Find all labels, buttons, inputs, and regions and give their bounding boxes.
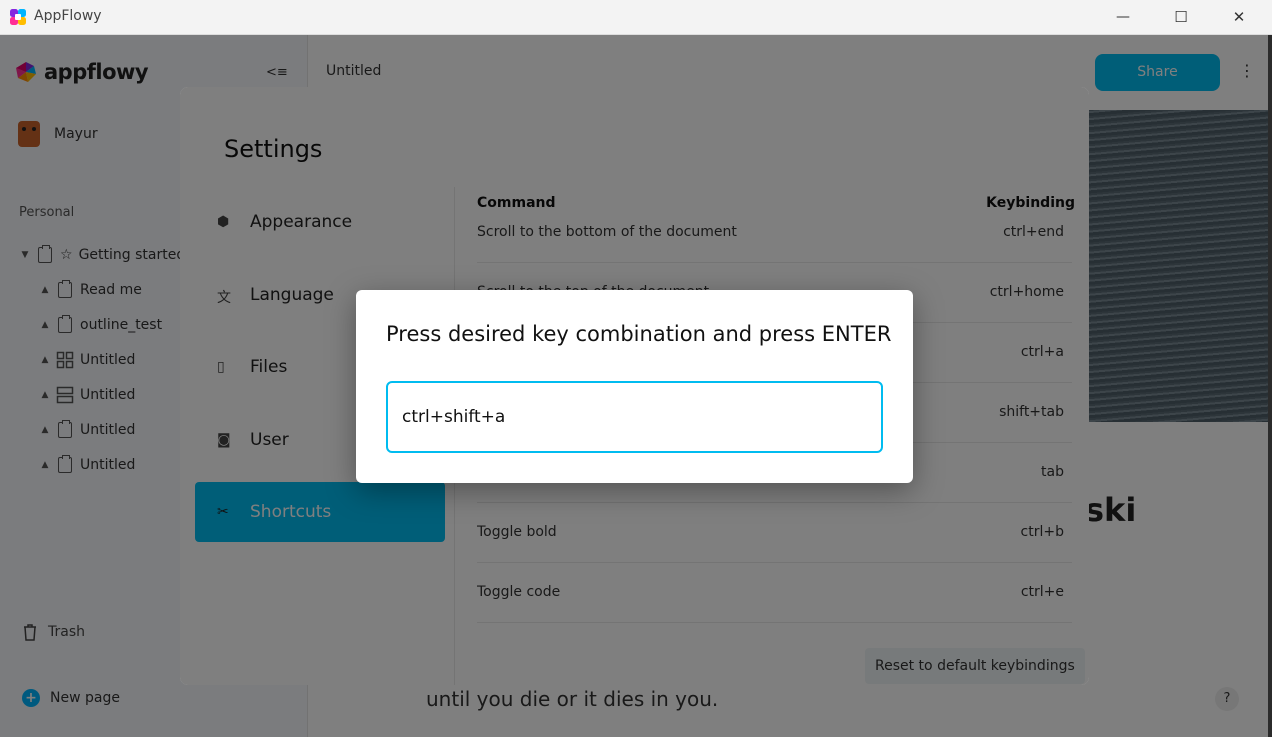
row-keybinding[interactable]: tab (1041, 464, 1064, 480)
row-command: Toggle bold (477, 524, 557, 540)
settings-nav-label: Shortcuts (250, 502, 332, 522)
close-button[interactable]: ✕ (1210, 0, 1268, 34)
minimize-button[interactable]: — (1094, 0, 1152, 34)
row-keybinding[interactable]: ctrl+b (1021, 524, 1064, 540)
settings-nav-shortcuts[interactable]: ✂ Shortcuts (195, 482, 445, 542)
row-command: Scroll to the bottom of the document (477, 224, 737, 240)
row-keybinding[interactable]: ctrl+end (1003, 224, 1064, 240)
row-keybinding[interactable]: ctrl+e (1021, 584, 1064, 600)
settings-nav-label: Appearance (250, 212, 353, 232)
user-icon: ◙ (217, 431, 231, 448)
language-icon: 文 (217, 289, 231, 306)
settings-nav-label: User (250, 429, 289, 450)
appflowy-logo-icon (10, 9, 26, 25)
reset-keybindings-button[interactable]: Reset to default keybindings (865, 648, 1085, 684)
keybinding-header: Keybinding (986, 195, 1075, 211)
scissors-icon: ✂ (217, 504, 229, 520)
row-command: Toggle code (477, 584, 561, 600)
table-row[interactable]: Toggle bold ctrl+b (477, 503, 1072, 563)
settings-nav-label: Language (250, 284, 334, 305)
row-keybinding[interactable]: ctrl+home (990, 284, 1064, 300)
maximize-button[interactable]: ☐ (1152, 0, 1210, 34)
maximize-icon: ☐ (1174, 8, 1188, 26)
appearance-icon: ⬢ (217, 214, 230, 230)
files-icon: ▯ (217, 359, 225, 375)
settings-title: Settings (224, 135, 323, 163)
table-row[interactable]: Toggle code ctrl+e (477, 563, 1072, 623)
row-keybinding[interactable]: shift+tab (999, 404, 1064, 420)
title-bar: AppFlowy — ☐ ✕ (0, 0, 1272, 35)
command-header: Command (477, 195, 556, 211)
key-capture-dialog: Press desired key combination and press … (356, 290, 913, 483)
table-row[interactable]: Scroll to the bottom of the document ctr… (477, 223, 1072, 263)
minimize-icon: — (1116, 9, 1130, 25)
row-keybinding[interactable]: ctrl+a (1021, 344, 1064, 360)
key-capture-prompt: Press desired key combination and press … (386, 322, 892, 346)
settings-nav-label: Files (250, 357, 288, 377)
close-icon: ✕ (1232, 8, 1246, 26)
window-title: AppFlowy (34, 8, 102, 24)
key-combination-input[interactable] (386, 381, 883, 453)
settings-nav-appearance[interactable]: ⬢ Appearance (195, 192, 445, 252)
shortcuts-table-header: Command Keybinding (477, 195, 1077, 211)
